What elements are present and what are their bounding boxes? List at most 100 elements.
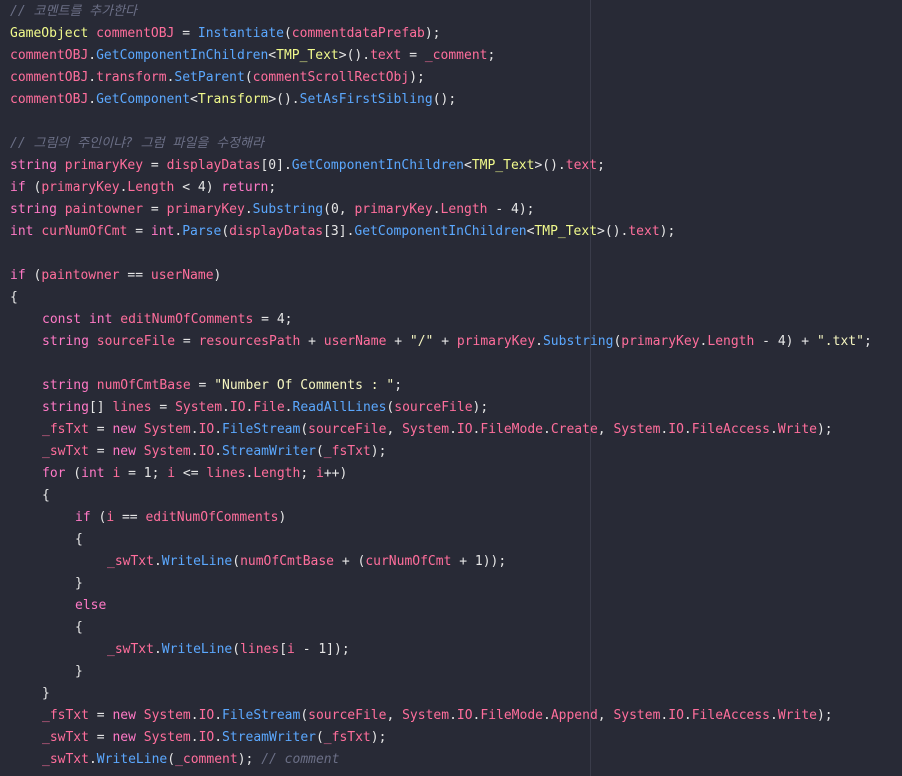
code-token: GetComponentInChildren bbox=[354, 224, 527, 239]
code-token: { bbox=[42, 488, 50, 503]
code-token: StreamWriter bbox=[222, 444, 316, 459]
code-token: for bbox=[42, 466, 66, 481]
code-line: } bbox=[10, 683, 872, 705]
code-token: >(). bbox=[338, 48, 371, 63]
code-token: IO bbox=[229, 400, 246, 415]
code-line: string paintowner = primaryKey.Substring… bbox=[10, 199, 872, 221]
code-token: = bbox=[143, 158, 167, 173]
code-token: FileAccess bbox=[691, 422, 771, 437]
code-token: FileMode bbox=[480, 708, 543, 723]
code-token: = bbox=[175, 334, 199, 349]
code-token: text bbox=[628, 224, 660, 239]
code-token: ".txt" bbox=[816, 334, 864, 349]
code-token: FileStream bbox=[222, 708, 301, 723]
code-token: sourceFile bbox=[394, 400, 473, 415]
code-token: // 그림의 주인이냐? 그럼 파일을 수정해라 bbox=[10, 136, 264, 151]
code-token: IO bbox=[198, 708, 215, 723]
code-token: IO bbox=[198, 422, 215, 437]
code-token: _swTxt bbox=[42, 730, 89, 745]
code-token: < bbox=[463, 158, 472, 173]
code-token: . bbox=[214, 730, 223, 745]
code-token: . bbox=[88, 48, 97, 63]
code-token: TMP_Text bbox=[276, 48, 339, 63]
code-token: ); bbox=[237, 752, 262, 767]
code-token: ++) bbox=[323, 466, 348, 481]
code-line: string[] lines = System.IO.File.ReadAllL… bbox=[10, 397, 872, 419]
code-token: lines bbox=[240, 642, 280, 657]
code-token: = bbox=[88, 444, 113, 459]
code-token: ( bbox=[25, 268, 42, 283]
code-token: { bbox=[10, 290, 18, 305]
code-token: i bbox=[167, 466, 176, 481]
code-token: SetAsFirstSibling bbox=[299, 92, 433, 107]
code-token: _swTxt bbox=[42, 752, 89, 767]
code-token: + ( bbox=[334, 554, 366, 569]
code-token: - 4); bbox=[487, 202, 535, 217]
code-token: . bbox=[190, 422, 199, 437]
code-token: WriteLine bbox=[161, 554, 233, 569]
code-token: System bbox=[613, 708, 661, 723]
code-line: string sourceFile = resourcesPath + user… bbox=[10, 331, 872, 353]
code-token: . bbox=[88, 70, 97, 85]
code-token: TMP_Text bbox=[471, 158, 535, 173]
code-token: SetParent bbox=[174, 70, 245, 85]
code-token: transform bbox=[96, 70, 167, 85]
code-editor[interactable]: // 코멘트를 추가한다 GameObject commentOBJ = Inst… bbox=[0, 0, 902, 776]
code-token: ( bbox=[221, 224, 230, 239]
code-line: _swTxt.WriteLine(lines[i - 1]); bbox=[10, 639, 872, 661]
code-token: paintowner bbox=[41, 268, 120, 283]
code-token: paintowner bbox=[64, 202, 144, 217]
code-token: IO bbox=[668, 708, 684, 723]
code-token: < bbox=[268, 48, 277, 63]
code-line: if (primaryKey.Length < 4) return; bbox=[10, 177, 872, 199]
code-token: = bbox=[143, 202, 167, 217]
code-token: ( bbox=[283, 26, 292, 41]
code-token: . bbox=[244, 202, 253, 217]
code-token: . bbox=[222, 400, 230, 415]
code-token: // comment bbox=[261, 752, 340, 767]
code-token: = bbox=[151, 400, 176, 415]
code-token: . bbox=[432, 202, 441, 217]
code-token: i bbox=[315, 466, 324, 481]
code-line: } bbox=[10, 661, 872, 683]
code-line: commentOBJ.transform.SetParent(commentSc… bbox=[10, 67, 872, 89]
code-token: Transform bbox=[197, 92, 269, 107]
code-token: displayDatas bbox=[229, 224, 324, 239]
code-token: System bbox=[402, 422, 450, 437]
code-token: commentOBJ bbox=[10, 70, 89, 85]
code-token: primaryKey bbox=[621, 334, 700, 349]
code-token: int bbox=[150, 224, 175, 239]
code-token: const bbox=[42, 312, 82, 327]
code-token: ( bbox=[300, 422, 309, 437]
code-text[interactable]: // 코멘트를 추가한다 GameObject commentOBJ = Inst… bbox=[10, 1, 872, 771]
code-token: IO bbox=[668, 422, 684, 437]
code-token: ); bbox=[659, 224, 676, 239]
code-token: . bbox=[153, 642, 162, 657]
code-token: >(). bbox=[268, 92, 300, 107]
code-token: Create bbox=[550, 422, 598, 437]
code-line: commentOBJ.GetComponent<Transform>().Set… bbox=[10, 89, 872, 111]
code-token: WriteLine bbox=[161, 642, 233, 657]
code-token: return bbox=[221, 180, 269, 195]
code-token: // 코멘트를 추가한다 bbox=[10, 4, 137, 19]
code-token: IO bbox=[456, 708, 473, 723]
code-token: _fsTxt bbox=[42, 708, 89, 723]
code-token: primaryKey bbox=[64, 158, 144, 173]
code-token: = bbox=[88, 422, 113, 437]
code-token: ; bbox=[487, 48, 496, 63]
code-token: _comment bbox=[175, 752, 238, 767]
code-line: const int editNumOfComments = 4; bbox=[10, 309, 872, 331]
code-token: FileMode bbox=[480, 422, 543, 437]
code-line: for (int i = 1; i <= lines.Length; i++) bbox=[10, 463, 872, 485]
code-token: = 4; bbox=[253, 312, 293, 327]
code-token: = 1; bbox=[120, 466, 168, 481]
code-token: IO bbox=[198, 444, 215, 459]
code-token: sourceFile bbox=[96, 334, 176, 349]
code-token: System bbox=[143, 444, 191, 459]
